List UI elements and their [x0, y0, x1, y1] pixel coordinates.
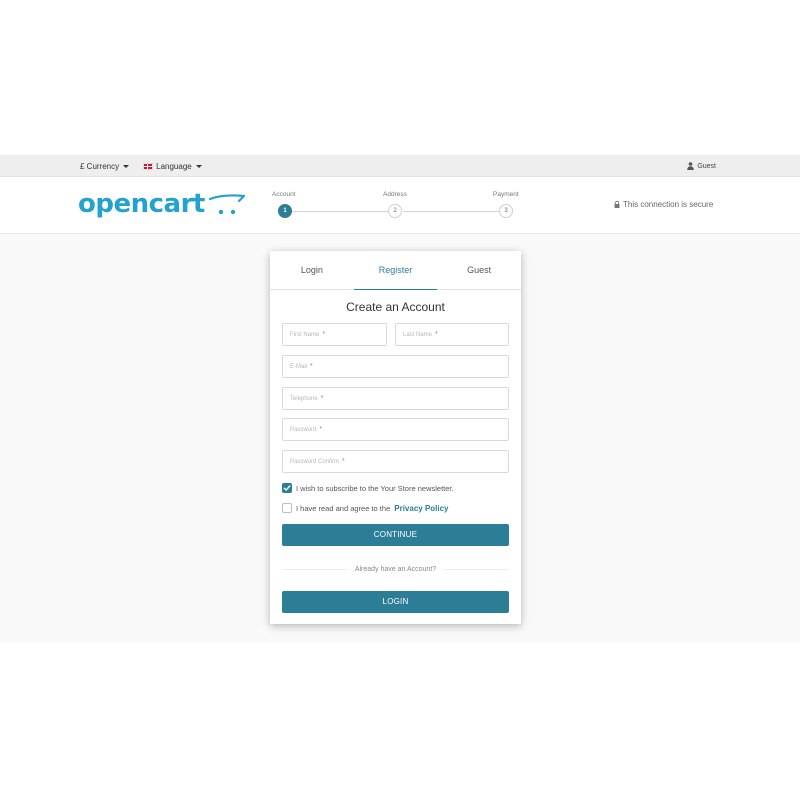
- required-marker: *: [322, 331, 326, 338]
- register-card: Login Register Guest Create an Account F…: [270, 251, 521, 624]
- already-account-text: Already have an Account?: [354, 565, 437, 573]
- first-name-input[interactable]: First Name *: [282, 323, 387, 346]
- last-name-placeholder: Last Name: [403, 331, 433, 338]
- checkmark-icon: [283, 485, 291, 491]
- chevron-down-icon: [123, 164, 130, 168]
- password-input[interactable]: Password *: [282, 418, 509, 441]
- currency-dropdown[interactable]: £ Currency: [80, 161, 130, 171]
- login-button[interactable]: LOGIN: [282, 591, 509, 613]
- logo-text: opencart: [78, 189, 205, 219]
- step-circle-address: 2: [388, 204, 402, 218]
- first-name-placeholder: First Name: [290, 331, 320, 338]
- agree-checkbox[interactable]: [282, 503, 292, 513]
- cart-logo-icon: [208, 194, 245, 215]
- uk-flag-icon: [143, 162, 154, 170]
- newsletter-label: I wish to subscribe to the Your Store ne…: [296, 483, 454, 493]
- email-input[interactable]: E-Mail *: [282, 355, 509, 378]
- agree-row: I have read and agree to the Privacy Pol…: [282, 503, 449, 513]
- logo[interactable]: opencart: [78, 189, 245, 219]
- secure-notice: This connection is secure: [614, 200, 713, 209]
- required-marker: *: [320, 395, 324, 402]
- secure-text: This connection is secure: [623, 200, 714, 209]
- divider-line: [282, 568, 347, 570]
- user-label: Guest: [697, 162, 716, 170]
- user-menu[interactable]: Guest: [687, 155, 716, 177]
- form-title: Create an Account: [346, 300, 445, 314]
- tab-guest[interactable]: Guest: [437, 251, 521, 289]
- password-placeholder: Password: [290, 426, 317, 433]
- currency-label: £ Currency: [80, 161, 120, 171]
- tab-register[interactable]: Register: [353, 251, 438, 290]
- header: opencart Account Address Payment 1 2 3 T…: [0, 177, 800, 234]
- password-confirm-placeholder: Password Confirm: [290, 458, 340, 465]
- password-confirm-input[interactable]: Password Confirm *: [282, 450, 509, 473]
- telephone-input[interactable]: Telephone *: [282, 387, 509, 410]
- top-bar: £ Currency Language Guest: [0, 155, 800, 177]
- newsletter-row: I wish to subscribe to the Your Store ne…: [282, 483, 454, 493]
- checkout-page: £ Currency Language Guest opencart Accou…: [0, 0, 800, 800]
- chevron-down-icon: [195, 164, 202, 168]
- required-marker: *: [319, 426, 323, 433]
- language-dropdown[interactable]: Language: [143, 162, 202, 171]
- email-placeholder: E-Mail: [290, 363, 308, 370]
- divider-line: [444, 568, 509, 570]
- continue-button[interactable]: CONTINUE: [282, 524, 509, 546]
- checkout-steps: Account Address Payment 1 2 3: [270, 189, 528, 229]
- step-label-account: Account: [272, 191, 296, 198]
- step-connector: [292, 211, 388, 212]
- newsletter-checkbox[interactable]: [282, 483, 292, 493]
- tab-login[interactable]: Login: [270, 251, 354, 289]
- required-marker: *: [310, 363, 313, 370]
- step-label-address: Address: [383, 191, 407, 198]
- lock-icon: [614, 201, 620, 208]
- agree-label: I have read and agree to the: [296, 503, 391, 513]
- required-marker: *: [342, 458, 345, 465]
- step-circle-account: 1: [278, 204, 292, 218]
- last-name-input[interactable]: Last Name *: [395, 323, 509, 346]
- privacy-policy-link[interactable]: Privacy Policy: [394, 504, 448, 513]
- already-account-divider: Already have an Account?: [282, 563, 509, 575]
- required-marker: *: [435, 331, 438, 338]
- user-icon: [687, 162, 695, 170]
- telephone-placeholder: Telephone: [290, 395, 318, 402]
- step-connector: [403, 211, 499, 212]
- step-label-payment: Payment: [493, 191, 519, 198]
- auth-tabs: Login Register Guest: [270, 251, 521, 290]
- language-label: Language: [156, 161, 192, 171]
- step-circle-payment: 3: [499, 204, 513, 218]
